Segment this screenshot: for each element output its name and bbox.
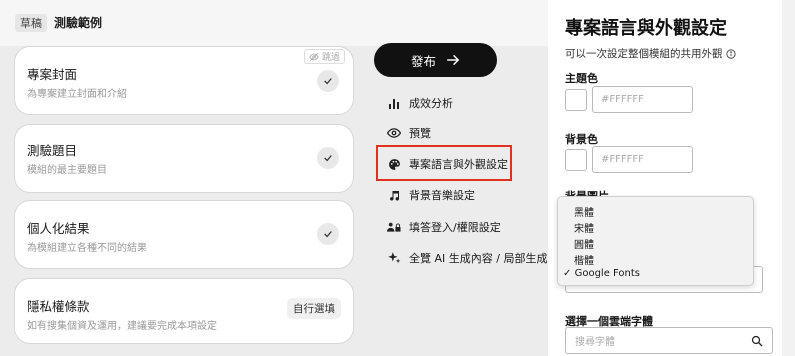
menu-item-analytics[interactable]: 成效分析	[387, 95, 453, 111]
menu-item-label: 預覽	[409, 127, 431, 140]
card-cover[interactable]: 跳過 專案封面 為專案建立封面和介紹	[14, 46, 354, 115]
menu-item-language-appearance[interactable]: 專案語言與外觀設定	[387, 156, 508, 172]
panel-scroll-strip	[782, 0, 795, 356]
check-icon	[317, 223, 339, 245]
arrow-right-icon	[447, 54, 460, 66]
music-note-icon	[387, 188, 401, 202]
card-subtitle: 為專案建立封面和介紹	[27, 89, 127, 100]
card-results[interactable]: 個人化結果 為模組建立各種不同的結果	[14, 200, 354, 269]
bar-chart-icon	[387, 96, 401, 110]
font-dropdown-menu[interactable]: 黑體 宋體 圓體 楷體 ✓ Google Fonts	[557, 196, 754, 286]
dropdown-option-selected[interactable]: ✓ Google Fonts	[563, 268, 640, 279]
dropdown-option[interactable]: 楷體	[574, 252, 594, 267]
eye-icon	[387, 126, 401, 140]
checkmark-icon: ✓	[563, 268, 572, 279]
eye-off-icon	[309, 52, 319, 61]
menu-item-login-permissions[interactable]: 填答登入/權限設定	[387, 219, 501, 235]
menu-item-label: 成效分析	[409, 97, 453, 110]
publish-button[interactable]: 發布	[374, 43, 497, 77]
menu-item-label: 填答登入/權限設定	[409, 221, 501, 234]
skip-button[interactable]: 跳過	[303, 49, 345, 64]
publish-label: 發布	[410, 53, 436, 69]
status-badge: 草稿	[15, 14, 47, 32]
card-title: 個人化結果	[27, 221, 90, 236]
card-title: 測驗題目	[27, 143, 78, 158]
dropdown-option-label: Google Fonts	[574, 268, 641, 279]
palette-icon	[387, 157, 401, 171]
card-subtitle: 為模組建立各種不同的結果	[27, 243, 147, 254]
menu-item-label: 專案語言與外觀設定	[409, 158, 508, 171]
bg-color-label: 背景色	[565, 133, 598, 146]
menu-item-label: 全覽 AI 生成內容 / 局部生成	[409, 252, 548, 265]
skip-label: 跳過	[321, 53, 340, 63]
dropdown-option[interactable]: 黑體	[574, 204, 594, 219]
theme-color-label: 主題色	[565, 72, 598, 85]
info-icon[interactable]	[725, 48, 736, 59]
card-title: 隱私權條款	[27, 299, 90, 314]
menu-item-label: 背景音樂設定	[409, 189, 475, 202]
page-title: 測驗範例	[54, 16, 103, 30]
users-lock-icon	[387, 220, 401, 234]
menu-item-preview[interactable]: 預覽	[387, 125, 431, 141]
panel-description: 可以一次設定整個模組的共用外觀	[565, 46, 736, 61]
top-bar: 草稿 測驗範例	[0, 0, 548, 46]
bg-image-label: 背景圖片	[565, 188, 609, 196]
card-title: 專案封面	[27, 67, 78, 82]
card-privacy[interactable]: 隱私權條款 如有搜集個資及運用，建議要完成本項設定 自行選填	[14, 278, 354, 344]
dropdown-option[interactable]: 圓體	[574, 236, 594, 251]
menu-item-music[interactable]: 背景音樂設定	[387, 187, 475, 203]
search-icon[interactable]	[751, 335, 763, 347]
menu-item-ai-overview[interactable]: 全覽 AI 生成內容 / 局部生成	[387, 250, 547, 266]
panel-title: 專案語言與外觀設定	[565, 18, 727, 39]
check-icon	[317, 147, 339, 169]
check-icon	[317, 70, 339, 92]
panel-description-text: 可以一次設定整個模組的共用外觀	[565, 48, 723, 60]
dropdown-option[interactable]: 宋體	[574, 220, 594, 235]
optional-badge: 自行選填	[287, 298, 341, 319]
theme-color-input[interactable]: #FFFFFF	[592, 86, 693, 113]
sparkle-icon	[387, 251, 401, 265]
card-subtitle: 如有搜集個資及運用，建議要完成本項設定	[27, 321, 217, 332]
font-search-input[interactable]: 搜尋字體	[565, 327, 773, 354]
bg-color-swatch[interactable]	[565, 149, 587, 171]
theme-color-swatch[interactable]	[565, 89, 587, 111]
card-subtitle: 模組的最主要題目	[27, 165, 107, 176]
card-questions[interactable]: 測驗題目 模組的最主要題目	[14, 124, 354, 193]
bg-color-input[interactable]: #FFFFFF	[592, 146, 693, 173]
font-search-placeholder: 搜尋字體	[575, 337, 615, 348]
